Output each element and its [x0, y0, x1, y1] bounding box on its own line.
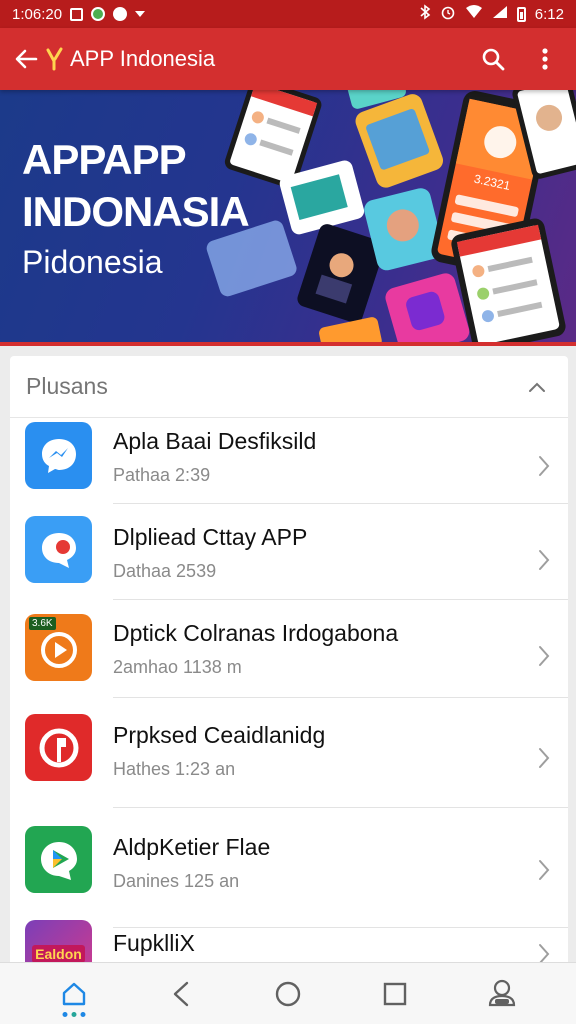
wifi-icon: [465, 5, 483, 23]
play-store-icon: [40, 841, 77, 880]
app-list-item[interactable]: AldpKetier Flae Danines 125 an: [10, 808, 568, 926]
app-title: Apla Baai Desfiksild: [113, 428, 317, 454]
app-title: APP Indonesia: [70, 46, 216, 71]
chevron-right-icon: [539, 748, 550, 768]
chevron-right-icon: [539, 550, 550, 570]
app-list-card: Plusans Apla Baai Desfiksild Pathaa 2:39: [10, 356, 568, 976]
recents-square-icon: [383, 982, 407, 1005]
app-subtitle: Hathes 1:23 an: [113, 759, 236, 779]
more-vert-icon: [542, 48, 548, 70]
home-icon: [62, 982, 85, 1005]
app-title: Prpksed Ceaidlanidg: [113, 722, 326, 748]
app-badge: 3.6K: [29, 617, 56, 630]
messenger-icon: [41, 438, 76, 473]
home-nav-button[interactable]: [258, 967, 318, 1021]
promo-banner[interactable]: APPAPP INDONASIA Pidonesia 3.2321: [0, 90, 576, 346]
app-icon: 3.6K: [25, 614, 92, 681]
chevron-right-icon: [539, 860, 550, 880]
app-icon: [25, 826, 92, 893]
home-circle-icon: [275, 981, 301, 1006]
app-icon: [25, 516, 92, 583]
app-list-item[interactable]: Prpksed Ceaidlanidg Hathes 1:23 an: [10, 698, 568, 804]
app-subtitle: Dathaa 2539: [113, 561, 217, 581]
chat-bubble-icon: [41, 532, 76, 568]
profile-tab[interactable]: [472, 967, 532, 1021]
status-time-right: 6:12: [534, 5, 564, 23]
recents-nav-button[interactable]: [365, 967, 425, 1021]
overflow-menu-button[interactable]: [528, 39, 562, 79]
collapse-button[interactable]: [522, 372, 552, 402]
app-list-item[interactable]: Dlpliead Cttay APP Dathaa 2539: [10, 504, 568, 600]
status-time-left: 1:06:20: [12, 5, 63, 23]
home-tab[interactable]: [44, 967, 104, 1021]
app-icon: [25, 714, 92, 781]
status-bar: 1:06:20 6:12: [0, 0, 576, 28]
music-icon: [39, 728, 78, 767]
whatsapp-notification-icon: [91, 7, 106, 21]
app-title: Dptick Colranas Irdogabona: [113, 620, 399, 646]
app-subtitle: Pathaa 2:39: [113, 465, 211, 485]
battery-icon: [516, 6, 526, 22]
bluetooth-icon: [419, 4, 431, 24]
signal-icon: [492, 5, 508, 23]
gallery-notification-icon: [70, 7, 84, 21]
bottom-navigation: [0, 962, 576, 1024]
app-subtitle: Danines 125 an: [113, 871, 240, 891]
section-title: Plusans: [26, 373, 108, 399]
phones-collage-illustration: 3.2321: [206, 90, 576, 342]
search-button[interactable]: [476, 39, 510, 79]
section-header: Plusans: [10, 356, 568, 418]
search-icon: [482, 48, 505, 71]
app-list-item[interactable]: 3.6K Dptick Colranas Irdogabona 2amhao 1…: [10, 600, 568, 698]
app-list-item[interactable]: Apla Baai Desfiksild Pathaa 2:39: [10, 418, 568, 514]
more-notifications-icon: [135, 11, 146, 17]
video-app-icon: Ealdon: [32, 944, 85, 963]
app-bar: APP Indonesia: [0, 28, 576, 90]
back-nav-button[interactable]: [151, 967, 211, 1021]
play-icon: [40, 631, 77, 668]
app-icon: [25, 422, 92, 489]
app-subtitle: 2amhao 1138 m: [113, 657, 242, 677]
chevron-right-icon: [539, 646, 550, 666]
chevron-right-icon: [539, 456, 550, 476]
app-title: FupklliX: [113, 930, 195, 956]
profile-icon: [489, 979, 516, 1006]
app-title: AldpKetier Flae: [113, 834, 271, 860]
app-notification-icon: [113, 7, 128, 21]
app-logo-icon: [46, 47, 63, 71]
alarm-icon: [440, 4, 456, 24]
app-title: Dlpliead Cttay APP: [113, 524, 308, 550]
back-arrow-icon: [15, 49, 38, 69]
back-triangle-icon: [173, 981, 188, 1006]
chevron-up-icon: [529, 382, 545, 392]
home-indicator-dots: [62, 1011, 86, 1017]
